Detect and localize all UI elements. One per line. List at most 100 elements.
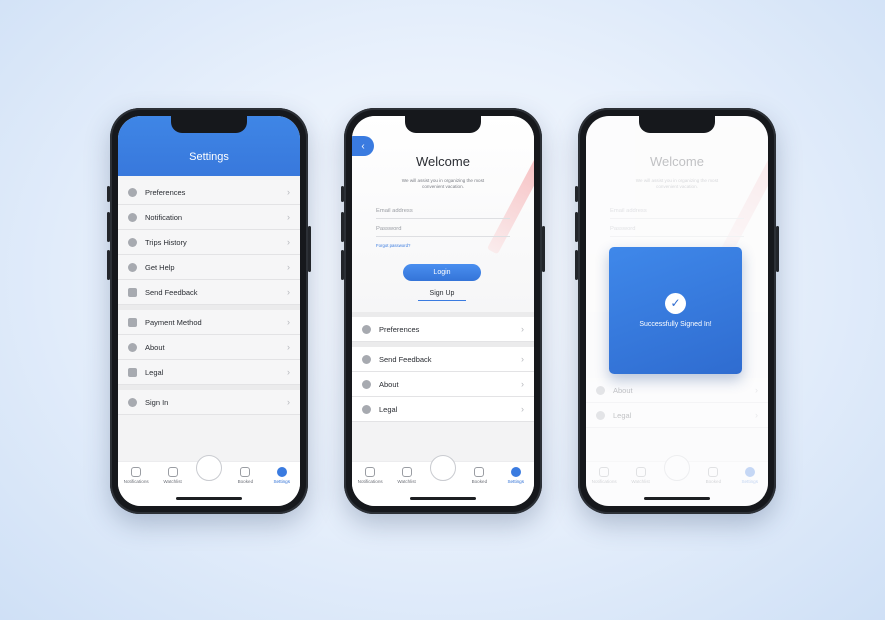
settings-item-payment-method[interactable]: Payment Method ›: [118, 310, 300, 335]
welcome-title: Welcome: [650, 154, 704, 169]
tab-booked[interactable]: Booked: [464, 467, 494, 484]
tab-notifications[interactable]: Notifications: [121, 467, 151, 484]
home-indicator: [410, 497, 476, 500]
power-button: [308, 226, 311, 272]
settings-item-trips-history[interactable]: Trips History ›: [118, 230, 300, 255]
password-field: Password: [610, 226, 744, 237]
password-field[interactable]: Password: [376, 226, 510, 237]
bell-icon: [599, 467, 610, 477]
forgot-password-link[interactable]: Forgot password?: [376, 243, 410, 248]
bell-icon: [131, 467, 142, 477]
settings-item-label: Send Feedback: [145, 287, 198, 297]
success-screen: Welcome We will assist you in organizing…: [586, 116, 768, 506]
gavel-icon: [128, 367, 137, 377]
gear-icon: [362, 324, 371, 334]
settings-group-2: Payment Method › About › Legal ›: [118, 310, 300, 385]
side-button: [107, 212, 110, 242]
search-globe-icon: [663, 455, 690, 481]
tab-search[interactable]: [194, 455, 224, 483]
side-button: [575, 250, 578, 280]
tab-settings[interactable]: Settings: [501, 467, 531, 484]
tab-settings[interactable]: Settings: [267, 467, 297, 484]
settings-item-legal[interactable]: Legal ›: [118, 360, 300, 385]
settings-item-label: Sign In: [145, 397, 169, 407]
notch: [639, 116, 715, 133]
person-icon: [708, 467, 719, 477]
login-item-about[interactable]: About ›: [352, 372, 534, 397]
tab-label: Notifications: [123, 479, 149, 484]
chevron-right-icon: ›: [287, 287, 290, 297]
settings-item-sign-in[interactable]: Sign In ›: [118, 390, 300, 415]
chevron-right-icon: ›: [287, 397, 290, 407]
gear-icon: [276, 467, 287, 477]
tab-label: Booked: [471, 479, 488, 484]
info-icon: [128, 342, 137, 352]
side-button: [107, 186, 110, 202]
side-button: [575, 186, 578, 202]
tab-label: Settings: [273, 479, 291, 484]
login-item-legal[interactable]: Legal ›: [352, 397, 534, 422]
settings-item-preferences[interactable]: Preferences ›: [118, 180, 300, 205]
faded-item-label: Legal: [613, 410, 632, 420]
tab-notifications[interactable]: Notifications: [355, 467, 385, 484]
login-item-preferences[interactable]: Preferences ›: [352, 317, 534, 342]
tab-watchlist[interactable]: Watchlist: [392, 467, 422, 484]
settings-item-notification[interactable]: Notification ›: [118, 205, 300, 230]
settings-item-label: Notification: [145, 212, 183, 222]
side-button: [341, 186, 344, 202]
chevron-right-icon: ›: [287, 317, 290, 327]
success-dialog[interactable]: ✓ Successfully Signed In!: [609, 247, 742, 374]
chevron-right-icon: ›: [287, 187, 290, 197]
page-title: Settings: [189, 151, 229, 163]
home-indicator: [644, 497, 710, 500]
chevron-right-icon: ›: [755, 385, 758, 395]
side-button: [341, 250, 344, 280]
tab-booked[interactable]: Booked: [230, 467, 260, 484]
welcome-title: Welcome: [416, 154, 470, 169]
faded-item-about: About ›: [586, 378, 768, 403]
login-item-send-feedback[interactable]: Send Feedback ›: [352, 347, 534, 372]
tab-label: Notifications: [357, 479, 383, 484]
faded-item-legal: Legal ›: [586, 403, 768, 428]
chevron-right-icon: ›: [521, 324, 524, 334]
gear-icon: [510, 467, 521, 477]
welcome-subtitle: We will assist you in organizing the mos…: [635, 178, 719, 189]
email-field[interactable]: Email address: [376, 208, 510, 219]
side-button: [341, 212, 344, 242]
notch: [405, 116, 481, 133]
help-icon: [128, 262, 137, 272]
side-button: [575, 212, 578, 242]
sign-up-link[interactable]: Sign Up: [418, 290, 466, 301]
back-button[interactable]: ‹: [352, 136, 374, 156]
feedback-icon: [362, 354, 371, 364]
gear-icon: [744, 467, 755, 477]
settings-item-get-help[interactable]: Get Help ›: [118, 255, 300, 280]
tab-label: Settings: [507, 479, 525, 484]
info-icon: [362, 379, 371, 389]
chevron-right-icon: ›: [287, 262, 290, 272]
tab-watchlist[interactable]: Watchlist: [158, 467, 188, 484]
settings-item-send-feedback[interactable]: Send Feedback ›: [118, 280, 300, 305]
chevron-right-icon: ›: [287, 237, 290, 247]
chevron-right-icon: ›: [521, 379, 524, 389]
tab-booked: Booked: [698, 467, 728, 484]
history-icon: [128, 237, 137, 247]
faded-item-label: About: [613, 385, 633, 395]
tab-search[interactable]: [428, 455, 458, 483]
phone-settings: Settings Preferences › Notification › Trip…: [107, 108, 311, 514]
login-item-label: Legal: [379, 404, 398, 414]
welcome-subtitle: We will assist you in organizing the mos…: [401, 178, 485, 189]
info-icon: [596, 385, 605, 395]
chevron-right-icon: ›: [521, 354, 524, 364]
home-indicator: [176, 497, 242, 500]
settings-item-label: About: [145, 342, 165, 352]
login-item-label: Send Feedback: [379, 354, 432, 364]
login-button[interactable]: Login: [403, 264, 481, 281]
person-icon: [474, 467, 485, 477]
settings-group-3: Sign In ›: [118, 390, 300, 415]
chevron-left-icon: ‹: [361, 140, 365, 152]
settings-item-about[interactable]: About ›: [118, 335, 300, 360]
chevron-right-icon: ›: [287, 367, 290, 377]
success-message: Successfully Signed In!: [639, 321, 712, 328]
tab-label: Booked: [237, 479, 254, 484]
